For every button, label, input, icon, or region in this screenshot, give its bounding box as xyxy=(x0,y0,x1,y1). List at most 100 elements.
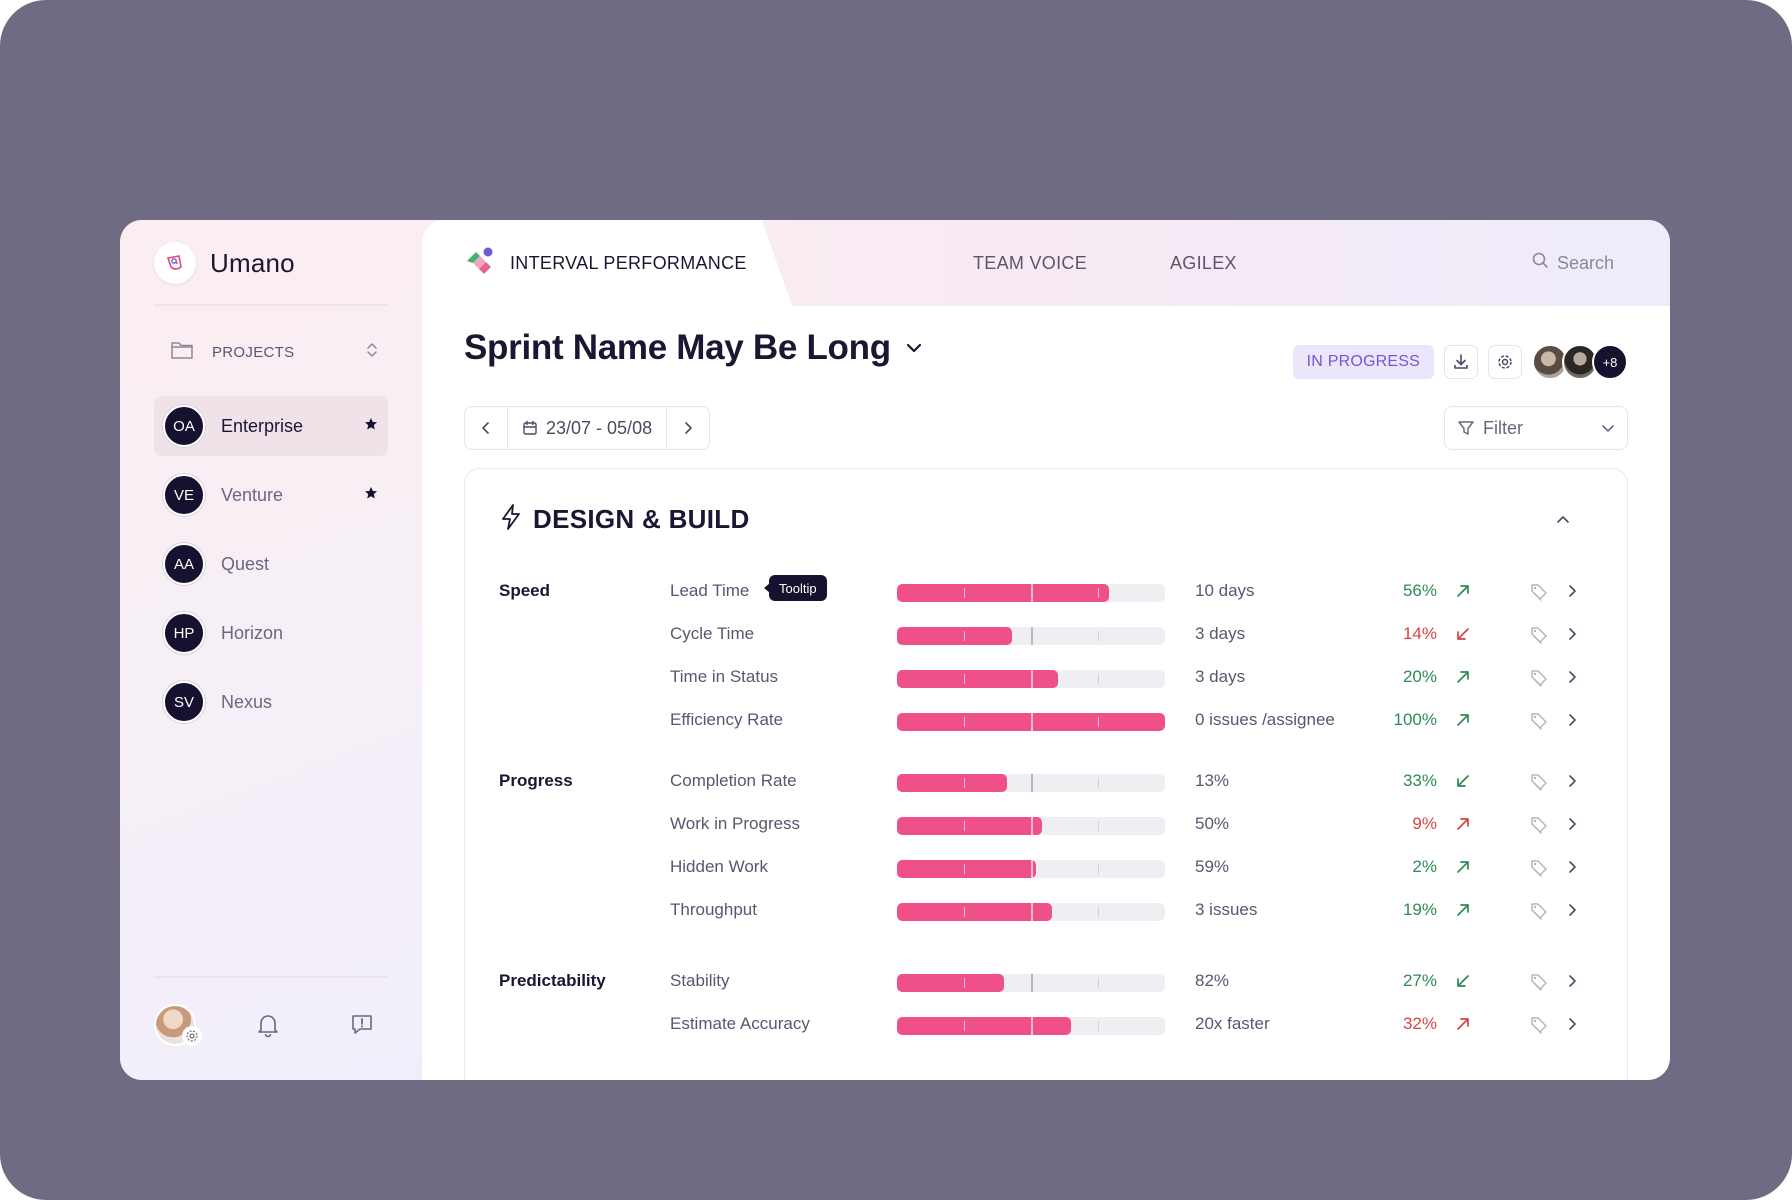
metric-change-percent: 19% xyxy=(1402,900,1437,919)
star-icon[interactable] xyxy=(364,486,378,505)
chevron-right-icon[interactable] xyxy=(1567,1016,1577,1037)
tag-icon[interactable] xyxy=(1529,858,1549,883)
bar-tick xyxy=(1098,907,1099,917)
tag-icon[interactable] xyxy=(1529,625,1549,650)
metric-name: Estimate Accuracy xyxy=(670,1014,810,1033)
trend-down-arrow-icon xyxy=(1455,626,1471,647)
metric-change-percent: 33% xyxy=(1402,771,1437,790)
chevron-right-icon[interactable] xyxy=(1567,773,1577,794)
bar-tick xyxy=(1031,774,1033,792)
bell-icon[interactable] xyxy=(256,1012,280,1043)
tab-agilex[interactable]: AGILEX xyxy=(1170,220,1237,306)
bar-tick xyxy=(964,717,965,727)
progress-bar-fill xyxy=(897,1017,1072,1035)
tag-icon[interactable] xyxy=(1529,972,1549,997)
trend-up-arrow-icon xyxy=(1455,669,1471,690)
chevron-right-icon[interactable] xyxy=(1567,712,1577,733)
bar-tick xyxy=(1031,860,1033,878)
metric-name: Hidden Work xyxy=(670,857,768,876)
star-icon[interactable] xyxy=(364,417,378,436)
metric-change-percent: 14% xyxy=(1402,624,1437,643)
progress-bar xyxy=(897,713,1165,731)
sidebar-item-label: Enterprise xyxy=(221,415,304,436)
progress-bar-fill xyxy=(897,974,1005,992)
sidebar-item-venture[interactable]: VE Venture xyxy=(154,465,388,525)
metric-value: 20x faster xyxy=(1195,1014,1270,1033)
sidebar-item-horizon[interactable]: HP Horizon xyxy=(154,603,388,663)
progress-bar xyxy=(897,1017,1165,1035)
chevron-updown-icon xyxy=(366,342,378,363)
bar-tick xyxy=(1098,978,1099,988)
metric-name: Work in Progress xyxy=(670,814,801,833)
metric-row[interactable]: Estimate Accuracy 20x faster 32% xyxy=(465,1010,1629,1040)
projects-switcher[interactable]: PROJECTS xyxy=(154,332,388,372)
metric-row[interactable]: Stability 82% 27% xyxy=(465,967,1629,997)
team-avatars[interactable]: +8 xyxy=(1532,344,1628,380)
calendar-icon xyxy=(523,420,537,435)
metric-name: Cycle Time xyxy=(670,624,755,643)
bar-tick xyxy=(1031,1017,1033,1035)
chevron-right-icon[interactable] xyxy=(1567,973,1577,994)
chevron-right-icon[interactable] xyxy=(1567,902,1577,923)
bar-tick xyxy=(964,978,965,988)
tag-icon[interactable] xyxy=(1529,901,1549,926)
date-range-button[interactable]: 23/07 - 05/08 xyxy=(507,407,668,449)
sidebar-item-label: Venture xyxy=(221,484,284,505)
metric-row[interactable]: Lead Time Tooltip 10 days 56% xyxy=(465,575,1629,607)
lightning-icon xyxy=(499,503,523,536)
metric-change-percent: 27% xyxy=(1402,971,1437,990)
tag-icon[interactable] xyxy=(1529,582,1549,607)
tag-icon[interactable] xyxy=(1529,772,1549,797)
previous-period-button[interactable] xyxy=(465,407,507,449)
metric-change-percent: 32% xyxy=(1402,1014,1437,1033)
chevron-right-icon xyxy=(685,422,692,434)
metric-row[interactable]: Completion Rate 13% 33% xyxy=(465,767,1629,797)
sidebar-item-quest[interactable]: AA Quest xyxy=(154,534,388,594)
metric-value: 59% xyxy=(1195,857,1230,876)
tag-icon[interactable] xyxy=(1529,711,1549,736)
chevron-right-icon[interactable] xyxy=(1567,626,1577,647)
sidebar-item-nexus[interactable]: SV Nexus xyxy=(154,672,388,732)
page-title-row[interactable]: Sprint Name May Be Long xyxy=(464,328,923,368)
metric-row[interactable]: Efficiency Rate 0 issues /assignee 100% xyxy=(465,706,1629,736)
tab-interval-performance[interactable]: INTERVAL PERFORMANCE xyxy=(464,220,747,306)
search-button[interactable]: Search xyxy=(1532,220,1614,306)
metric-change-percent: 56% xyxy=(1402,581,1437,600)
feedback-icon[interactable] xyxy=(350,1012,374,1041)
download-button[interactable] xyxy=(1444,345,1478,379)
sidebar-item-enterprise[interactable]: OA Enterprise xyxy=(154,396,388,456)
divider xyxy=(154,976,388,978)
metric-row[interactable]: Throughput 3 issues 19% xyxy=(465,896,1629,926)
card-title: DESIGN & BUILD xyxy=(533,504,750,534)
collapse-button[interactable] xyxy=(1555,511,1571,529)
metric-row[interactable]: Work in Progress 50% 9% xyxy=(465,810,1629,840)
next-period-button[interactable] xyxy=(667,407,709,449)
metric-name: Efficiency Rate xyxy=(670,710,784,729)
chevron-right-icon[interactable] xyxy=(1567,669,1577,690)
trend-up-arrow-icon xyxy=(1455,712,1471,733)
status-badge: IN PROGRESS xyxy=(1292,345,1434,379)
metric-row[interactable]: Time in Status 3 days 20% xyxy=(465,663,1629,693)
progress-bar xyxy=(897,817,1165,835)
filter-dropdown[interactable]: Filter xyxy=(1444,406,1628,450)
metric-row[interactable]: Cycle Time 3 days 14% xyxy=(465,620,1629,650)
tag-icon[interactable] xyxy=(1529,815,1549,840)
trend-up-arrow-icon xyxy=(1455,902,1471,923)
chevron-right-icon[interactable] xyxy=(1567,583,1577,604)
tab-team-voice[interactable]: TEAM VOICE xyxy=(973,220,1087,306)
settings-button[interactable] xyxy=(1488,345,1522,379)
sidebar-item-label: Nexus xyxy=(221,691,273,712)
gear-icon[interactable] xyxy=(182,1026,202,1046)
brand[interactable]: Umano xyxy=(154,242,295,284)
progress-bar-fill xyxy=(897,860,1037,878)
trend-up-arrow-icon xyxy=(1455,1016,1471,1037)
chevron-right-icon[interactable] xyxy=(1567,816,1577,837)
metric-value: 3 days xyxy=(1195,667,1246,686)
bar-tick xyxy=(964,821,965,831)
tag-icon[interactable] xyxy=(1529,668,1549,693)
metric-row[interactable]: Hidden Work 59% 2% xyxy=(465,853,1629,883)
bar-tick xyxy=(964,778,965,788)
bar-tick xyxy=(964,588,965,598)
tag-icon[interactable] xyxy=(1529,1015,1549,1040)
chevron-right-icon[interactable] xyxy=(1567,859,1577,880)
